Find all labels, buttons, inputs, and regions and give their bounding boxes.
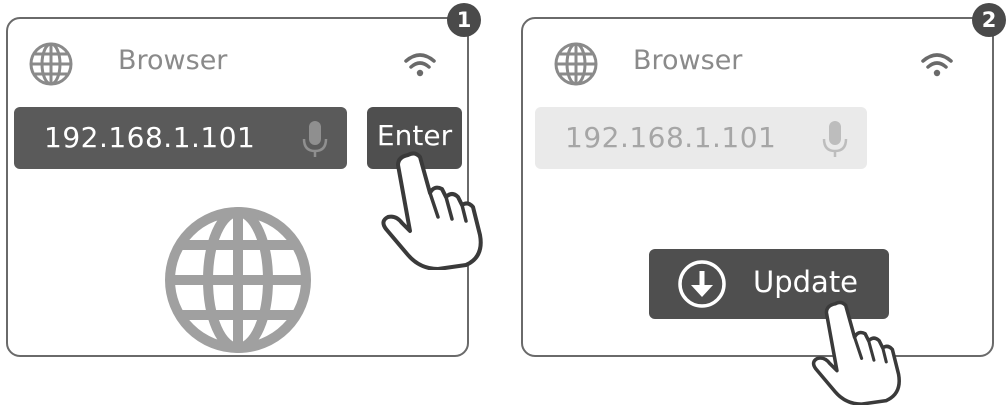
microphone-icon	[822, 121, 848, 157]
globe-icon	[554, 42, 598, 86]
globe-icon	[29, 42, 73, 86]
address-bar[interactable]: 192.168.1.101	[14, 107, 347, 169]
address-input-value[interactable]: 192.168.1.101	[44, 121, 255, 154]
update-label: Update	[753, 265, 859, 299]
browser-header: Browser	[8, 41, 467, 91]
wifi-icon	[921, 53, 953, 77]
microphone-icon[interactable]	[301, 119, 329, 159]
wifi-icon	[404, 53, 436, 77]
address-bar: 192.168.1.101	[535, 107, 867, 169]
download-circle-icon	[678, 260, 726, 308]
pointing-hand-icon	[381, 151, 483, 270]
pointing-hand-icon	[811, 300, 901, 405]
step-badge: 2	[972, 3, 1006, 37]
address-input-value: 192.168.1.101	[565, 121, 777, 154]
browser-header: Browser	[523, 41, 992, 91]
step-2-panel: 2 Browser 192.168.1.101 Update	[521, 3, 1006, 357]
app-title: Browser	[633, 45, 743, 76]
globe-icon	[165, 207, 311, 353]
app-title: Browser	[118, 45, 228, 76]
step-badge: 1	[447, 3, 481, 37]
